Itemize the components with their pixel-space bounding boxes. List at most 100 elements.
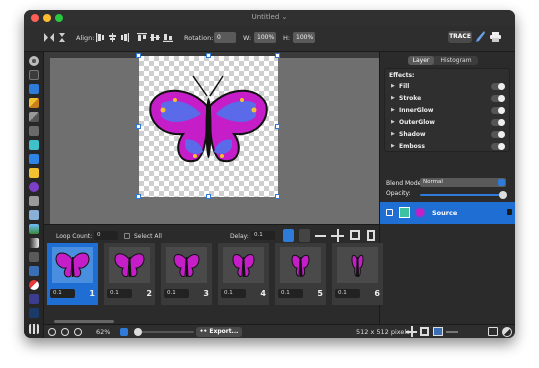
align-center-icon[interactable] xyxy=(108,33,117,42)
frame-item[interactable]: 0.1 4 xyxy=(218,243,269,305)
smudge-icon[interactable] xyxy=(29,210,39,220)
eyedropper-icon[interactable] xyxy=(29,140,39,150)
delay-input[interactable]: 0.1 xyxy=(251,231,275,240)
disclosure-triangle-icon[interactable]: ▶ xyxy=(391,119,395,125)
frame-item[interactable]: 0.1 1 xyxy=(47,243,98,305)
align-left-icon[interactable] xyxy=(96,33,105,42)
brush-icon[interactable] xyxy=(29,112,39,122)
contrast-icon[interactable] xyxy=(502,327,512,337)
width-input[interactable]: 100% xyxy=(254,32,276,43)
add-frame-icon[interactable] xyxy=(331,229,344,242)
frame-view-icon[interactable] xyxy=(488,327,498,336)
frame-item[interactable]: 0.1 6 xyxy=(332,243,383,305)
frame-delay[interactable]: 0.1 xyxy=(335,289,360,298)
align-bottom-icon[interactable] xyxy=(163,33,173,42)
export-button[interactable]: •• Export... xyxy=(196,327,242,337)
zoom-fit-icon[interactable] xyxy=(74,328,82,336)
transform-handle[interactable] xyxy=(206,194,211,199)
gear-icon[interactable] xyxy=(29,56,39,66)
canvas-image-icon[interactable] xyxy=(433,327,443,336)
effect-outerglow[interactable]: ▶ OuterGlow xyxy=(389,118,507,128)
transform-handle[interactable] xyxy=(136,53,141,58)
rotation-input[interactable]: 0 xyxy=(214,32,236,43)
frame-item[interactable]: 0.1 3 xyxy=(161,243,212,305)
align-middle-icon[interactable] xyxy=(150,33,160,42)
stamp-icon[interactable] xyxy=(29,196,39,206)
pen-icon[interactable] xyxy=(29,126,39,136)
layers-icon[interactable] xyxy=(29,266,39,276)
fps-icon[interactable] xyxy=(299,229,310,242)
frame-delay[interactable]: 0.1 xyxy=(164,289,189,298)
transform-handle[interactable] xyxy=(206,53,211,58)
flip-horizontal-icon[interactable] xyxy=(44,33,54,42)
effect-toggle[interactable] xyxy=(491,131,505,138)
artboard[interactable] xyxy=(139,56,278,197)
disclosure-triangle-icon[interactable]: ▶ xyxy=(391,131,395,137)
align-top-icon[interactable] xyxy=(137,33,147,42)
select-arrow-icon[interactable] xyxy=(29,70,39,80)
loop-count-input[interactable]: 0 xyxy=(94,231,118,240)
blend-mode-select[interactable]: Normal xyxy=(420,178,506,187)
transform-handle[interactable] xyxy=(136,194,141,199)
magic-wand-icon[interactable] xyxy=(29,168,39,178)
disclosure-triangle-icon[interactable]: ▶ xyxy=(391,83,395,89)
zoom-slider[interactable] xyxy=(134,328,194,336)
window-title[interactable]: Untitled ⌄ xyxy=(24,13,515,21)
effect-emboss[interactable]: ▶ Emboss xyxy=(389,142,507,152)
effect-fill[interactable]: ▶ Fill xyxy=(389,82,507,92)
transform-handle[interactable] xyxy=(275,53,280,58)
text-icon[interactable] xyxy=(29,308,39,318)
shape-circle-icon[interactable] xyxy=(29,182,39,192)
select-all-checkbox[interactable] xyxy=(124,233,130,239)
zoom-out-icon[interactable] xyxy=(61,328,69,336)
pen-nib-icon[interactable] xyxy=(475,31,485,43)
flip-vertical-icon[interactable] xyxy=(57,33,67,42)
layer-item-source[interactable]: Source xyxy=(380,202,515,224)
layer-visibility-checkbox[interactable] xyxy=(386,209,393,216)
frame-delay[interactable]: 0.1 xyxy=(107,289,132,298)
gradient-icon[interactable] xyxy=(29,238,39,248)
tab-histogram[interactable]: Histogram xyxy=(434,56,478,65)
qr-icon[interactable] xyxy=(29,324,39,334)
transform-handle[interactable] xyxy=(275,124,280,129)
effect-toggle[interactable] xyxy=(491,83,505,90)
tab-layer[interactable]: Layer xyxy=(408,56,434,65)
opacity-slider[interactable] xyxy=(420,191,507,199)
height-input[interactable]: 100% xyxy=(293,32,315,43)
frame-item[interactable]: 0.1 5 xyxy=(275,243,326,305)
zoom-slider-knob[interactable] xyxy=(134,328,142,336)
frame-delay[interactable]: 0.1 xyxy=(221,289,246,298)
canvas-slider[interactable] xyxy=(446,331,458,333)
bucket-icon[interactable] xyxy=(29,154,39,164)
effect-toggle[interactable] xyxy=(491,119,505,126)
transform-handle[interactable] xyxy=(136,124,141,129)
disclosure-triangle-icon[interactable]: ▶ xyxy=(391,143,395,149)
transform-handle[interactable] xyxy=(275,194,280,199)
add-canvas-icon[interactable] xyxy=(406,326,417,337)
disclosure-triangle-icon[interactable]: ▶ xyxy=(391,107,395,113)
effect-innerglow[interactable]: ▶ InnerGlow xyxy=(389,106,507,116)
delete-frame-icon[interactable] xyxy=(367,230,375,241)
rectangle-select-icon[interactable] xyxy=(29,84,39,94)
move-down-icon[interactable] xyxy=(283,229,294,242)
printer-icon[interactable] xyxy=(490,32,501,42)
remove-frame-icon[interactable] xyxy=(315,235,326,237)
hand-icon[interactable] xyxy=(29,294,39,304)
duplicate-frame-icon[interactable] xyxy=(350,230,360,240)
effect-toggle[interactable] xyxy=(491,107,505,114)
frame-delay[interactable]: 0.1 xyxy=(50,289,75,298)
pencil-icon[interactable] xyxy=(29,98,39,108)
effect-toggle[interactable] xyxy=(491,95,505,102)
zoom-dropdown[interactable] xyxy=(120,328,128,336)
effect-stroke[interactable]: ▶ Stroke xyxy=(389,94,507,104)
effect-toggle[interactable] xyxy=(491,143,505,150)
effect-shadow[interactable]: ▶ Shadow xyxy=(389,130,507,140)
crop-icon[interactable] xyxy=(29,252,39,262)
frame-delay[interactable]: 0.1 xyxy=(278,289,303,298)
align-right-icon[interactable] xyxy=(120,33,129,42)
opacity-slider-knob[interactable] xyxy=(499,191,507,199)
zoom-in-icon[interactable] xyxy=(48,328,56,336)
frames-scrollbar[interactable] xyxy=(54,320,114,323)
trace-button[interactable]: TRACE xyxy=(448,31,472,43)
lock-icon[interactable] xyxy=(507,209,512,215)
